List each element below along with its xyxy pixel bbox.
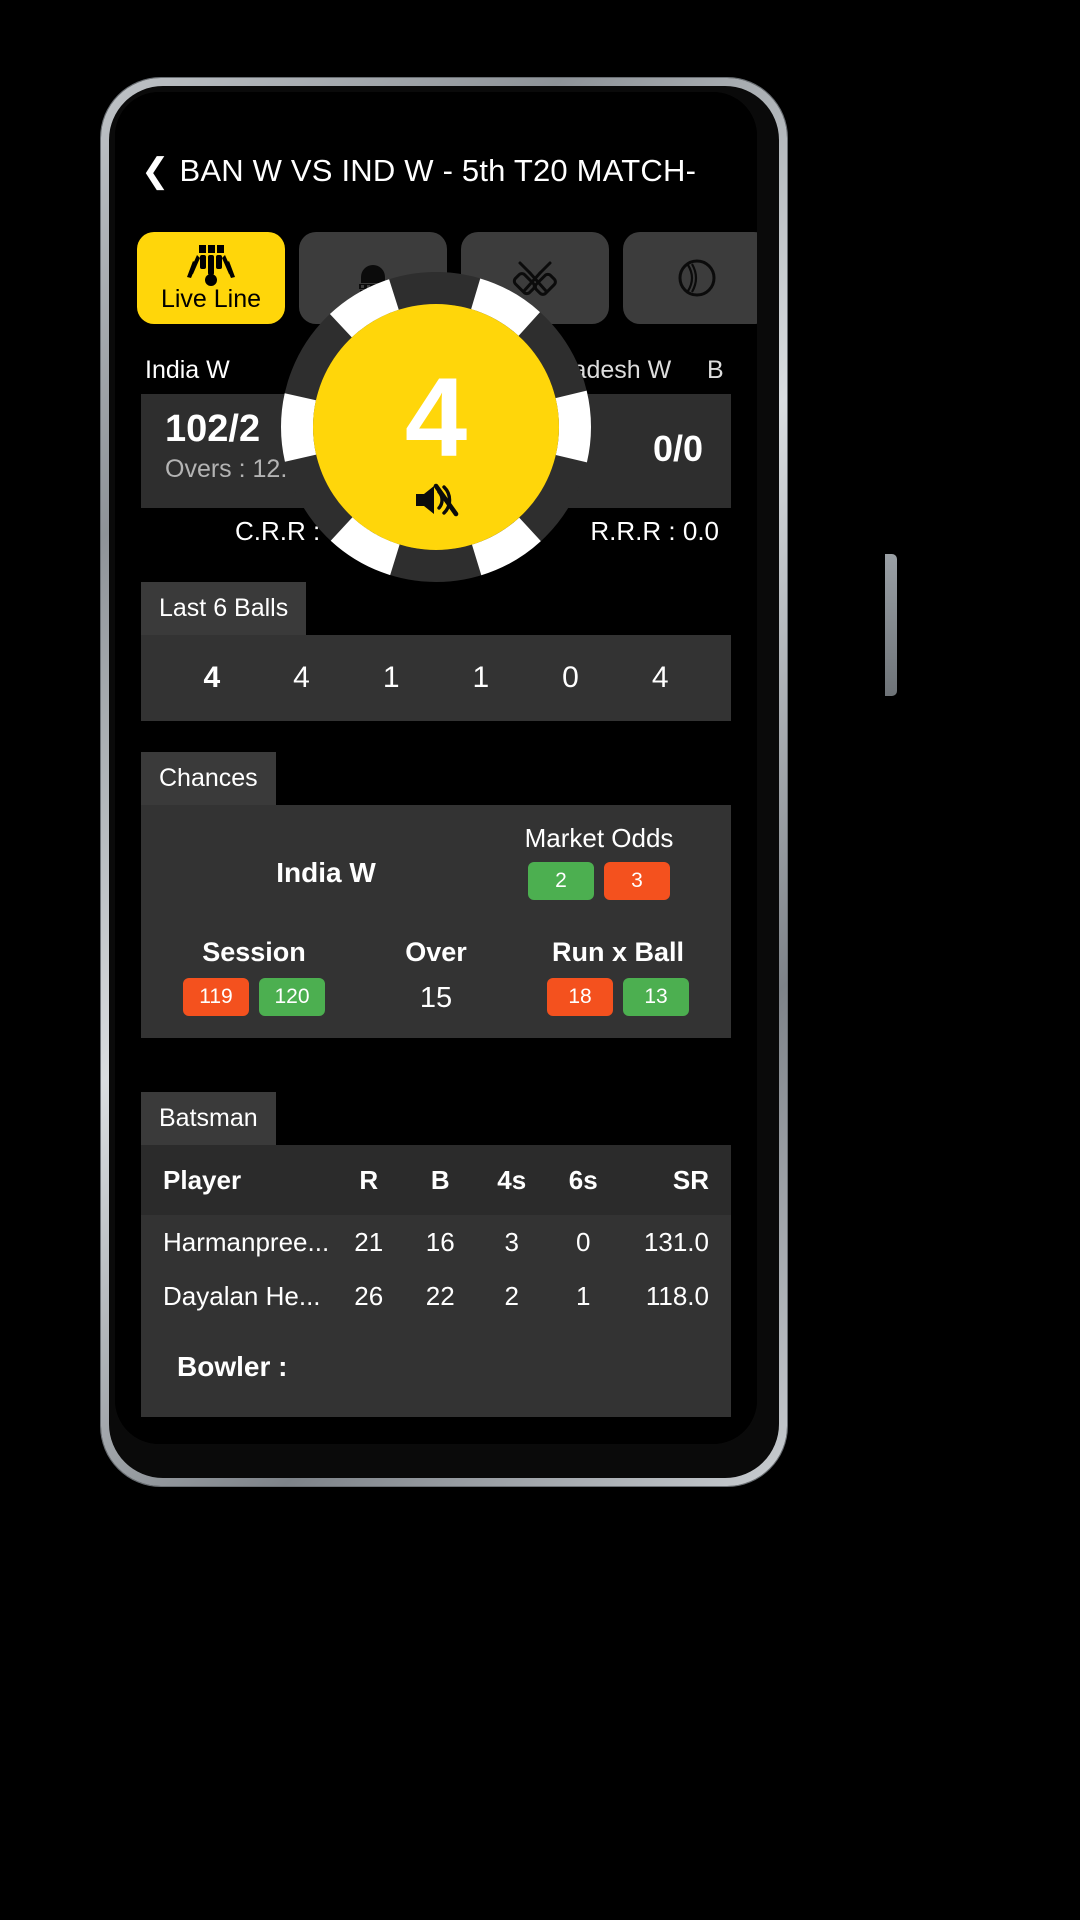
column-runs: R (359, 1164, 379, 1195)
run-x-ball-pills: 18 13 (527, 978, 709, 1016)
ball-chip: 4 (203, 661, 221, 694)
chances-title: Chances (141, 752, 276, 805)
over-label: Over (405, 937, 467, 967)
chances-bottom-row: Session 119 120 Over 15 Run x Ball 18 13 (163, 937, 709, 1016)
chances-team-name: India W (276, 857, 376, 888)
market-odds-pills: 2 3 (489, 862, 709, 900)
column-strike-rate: SR (672, 1164, 709, 1195)
cell-fours: 2 (504, 1280, 519, 1311)
session-no-pill[interactable]: 119 (183, 978, 249, 1016)
ball-chip: 4 (651, 661, 669, 694)
title-bar: ❮ BAN W VS IND W - 5th T20 MATCH- (115, 142, 757, 200)
phone-frame: ❮ BAN W VS IND W - 5th T20 MATCH- Live L… (101, 78, 897, 1486)
run-x-ball-yes-pill[interactable]: 13 (623, 978, 689, 1016)
market-odds-block: Market Odds 2 3 (489, 823, 709, 900)
cell-balls: 22 (425, 1280, 455, 1311)
batsman-table-header: Player R B 4s 6s SR (141, 1145, 731, 1215)
cell-sixes: 0 (576, 1226, 591, 1257)
ball-chip: 1 (382, 661, 400, 694)
app-content: ❮ BAN W VS IND W - 5th T20 MATCH- Live L… (115, 92, 757, 1444)
cell-player: Harmanpree... (163, 1226, 330, 1257)
power-button[interactable] (885, 554, 897, 696)
ball-chip: 4 (293, 661, 310, 694)
screenshot-root: ❮ BAN W VS IND W - 5th T20 MATCH- Live L… (0, 0, 1080, 1920)
market-back-pill[interactable]: 2 (528, 862, 594, 900)
column-player: Player (163, 1164, 242, 1195)
chevron-left-icon[interactable]: ❮ (141, 154, 170, 188)
batsman-section: Batsman Player R B 4s 6s SR Harmanpree..… (141, 1092, 731, 1417)
session-block: Session 119 120 (163, 937, 345, 1016)
run-x-ball-no-pill[interactable]: 18 (547, 978, 613, 1016)
score-right-runs: 0/0 (652, 428, 703, 469)
cell-strike-rate: 131.0 (643, 1226, 709, 1257)
last-six-balls-body: 4 4 1 1 0 4 (141, 635, 731, 721)
ball-chip: 0 (562, 661, 579, 694)
session-pills: 119 120 (163, 978, 345, 1016)
team-right-name-extra: B (707, 356, 724, 384)
ball-chip: 1 (472, 661, 490, 694)
cell-player: Dayalan He... (163, 1280, 321, 1311)
last-six-balls-title: Last 6 Balls (141, 582, 307, 635)
tab-live-line-label: Live Line (160, 284, 262, 313)
batsman-title: Batsman (141, 1092, 276, 1145)
cell-runs: 26 (354, 1280, 384, 1311)
column-fours: 4s (497, 1164, 527, 1195)
ball-result-overlay: 4 (281, 272, 591, 582)
last-six-balls-section: Last 6 Balls 4 4 1 1 0 4 (141, 582, 731, 721)
team-left-name: India W (145, 356, 230, 384)
cell-sixes: 1 (576, 1280, 591, 1311)
run-x-ball-block: Run x Ball 18 13 (527, 937, 709, 1016)
page-title: BAN W VS IND W - 5th T20 MATCH- (179, 153, 697, 188)
session-yes-pill[interactable]: 120 (259, 978, 325, 1016)
tab-live-line[interactable]: Live Line (137, 232, 285, 324)
chances-top-row: India W Market Odds 2 3 (163, 823, 709, 919)
cell-fours: 3 (504, 1226, 519, 1257)
table-row: Harmanpree... 21 16 3 0 131.0 (141, 1215, 731, 1269)
cell-strike-rate: 118.0 (645, 1280, 709, 1311)
batsman-body: Player R B 4s 6s SR Harmanpree... 21 16 … (141, 1145, 731, 1417)
run-x-ball-label: Run x Ball (551, 937, 685, 967)
market-lay-pill[interactable]: 3 (604, 862, 670, 900)
over-block: Over 15 (345, 937, 527, 1015)
required-run-rate: R.R.R : 0.0 (590, 516, 719, 546)
cell-balls: 16 (425, 1226, 455, 1257)
over-value: 15 (419, 982, 453, 1014)
tab-cricket-ball[interactable] (623, 232, 757, 324)
table-row: Dayalan He... 26 22 2 1 118.0 (141, 1269, 731, 1323)
cell-runs: 21 (354, 1226, 384, 1257)
ball-result-value: 4 (404, 355, 468, 480)
column-balls: B (430, 1164, 450, 1195)
cricket-ball-icon (669, 255, 725, 301)
bowler-label: Bowler : (177, 1351, 288, 1382)
column-sixes: 6s (568, 1164, 598, 1195)
phone-screen: ❮ BAN W VS IND W - 5th T20 MATCH- Live L… (115, 92, 757, 1444)
volume-muted-icon[interactable] (412, 480, 460, 525)
session-label: Session (202, 937, 306, 967)
chances-body: India W Market Odds 2 3 Session 119 120 … (141, 805, 731, 1038)
chances-section: Chances India W Market Odds 2 3 Session … (141, 752, 731, 1038)
stumps-bails-icon (183, 243, 239, 287)
market-odds-label: Market Odds (524, 823, 674, 853)
